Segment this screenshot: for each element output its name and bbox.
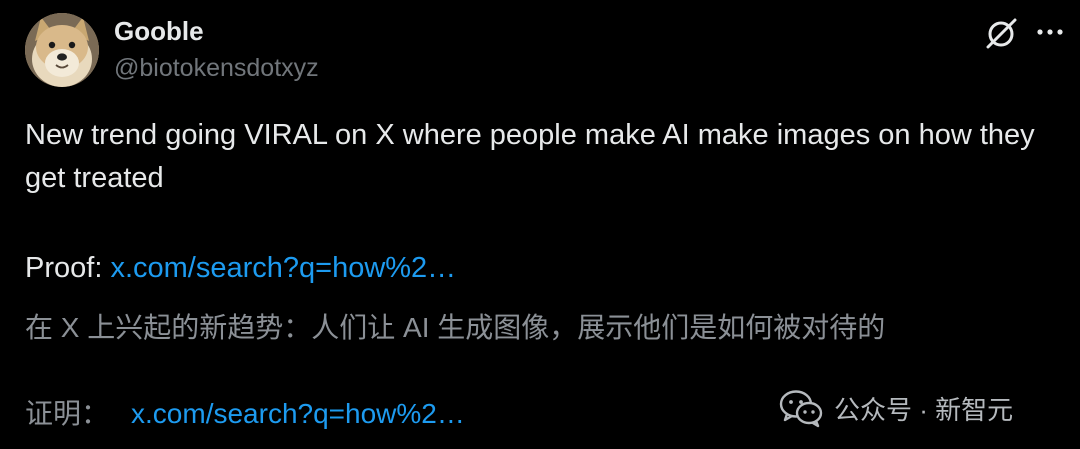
tweet-text: New trend going VIRAL on X where people … [25,119,1035,194]
proof-line: Proof: x.com/search?q=how%2… [25,247,456,290]
proof-link[interactable]: x.com/search?q=how%2… [110,252,456,284]
shiba-dog-avatar-icon [25,13,99,87]
wechat-icon [779,390,823,428]
watermark: 公众号 · 新智元 [778,386,1013,430]
tweet-card: Gooble @biotokensdotxyz New trend going … [0,0,1080,449]
proof-label: Proof: [25,252,111,284]
watermark-text: 公众号 · 新智元 [834,394,1014,425]
grok-slash-circle-icon[interactable] [982,14,1020,52]
translated-text: 在 X 上兴起的新趋势：人们让 AI 生成图像，展示他们是如何被对待的 [25,312,886,343]
translated-proof-label: 证明： [25,398,110,429]
author-handle[interactable]: @biotokensdotxyz [114,54,319,83]
translated-proof-line: 证明： x.com/search?q=how%2… [25,392,465,435]
more-dots-icon[interactable] [1035,18,1065,46]
translated-proof-link[interactable]: x.com/search?q=how%2… [131,398,465,429]
author-avatar[interactable] [25,13,99,87]
author-display-name[interactable]: Gooble [114,16,204,47]
